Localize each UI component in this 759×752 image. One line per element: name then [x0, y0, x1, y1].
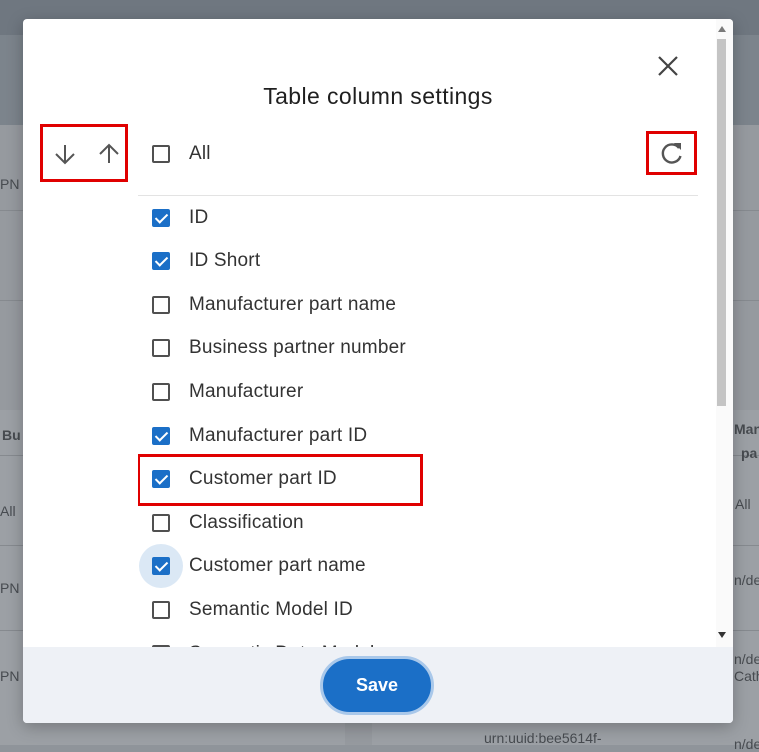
close-icon [658, 56, 678, 76]
scrollbar-thumb[interactable] [717, 39, 726, 406]
list-item[interactable]: Manufacturer part ID [138, 414, 698, 457]
background-column-header: Man [734, 421, 759, 437]
column-label: Manufacturer part ID [189, 424, 368, 446]
list-item[interactable]: Manufacturer part name [138, 283, 698, 326]
arrow-down-icon [55, 145, 75, 165]
all-checkbox[interactable] [152, 144, 170, 163]
dialog-title: Table column settings [263, 83, 493, 109]
dialog-footer: Save [23, 647, 733, 723]
column-checkbox[interactable] [152, 252, 170, 271]
list-item[interactable]: Semantic Data Model [138, 632, 698, 647]
column-label: Business partner number [189, 337, 406, 359]
column-checkbox[interactable] [152, 470, 170, 489]
list-item[interactable]: ID [138, 196, 698, 239]
column-label: Customer part name [189, 555, 366, 577]
list-item[interactable]: Customer part ID [138, 453, 698, 506]
column-list: All ID ID Short Manufacturer part name Busi… [138, 132, 698, 647]
column-checkbox[interactable] [152, 600, 170, 619]
close-button[interactable] [651, 49, 685, 83]
highlight-box [138, 453, 423, 506]
list-item[interactable]: ID Short [138, 240, 698, 283]
column-checkbox[interactable] [152, 339, 170, 358]
column-checkbox[interactable] [152, 208, 170, 227]
background-cell: Cath [734, 668, 759, 684]
sort-controls [40, 124, 128, 182]
background-cell: PN [0, 580, 20, 596]
column-label: Classification [189, 511, 304, 533]
list-item[interactable]: Manufacturer [138, 370, 698, 413]
all-label: All [189, 142, 211, 164]
list-item[interactable]: Customer part name [138, 544, 698, 589]
list-item[interactable]: Classification [138, 501, 698, 544]
background-cell: PN [0, 176, 20, 192]
list-item[interactable]: Semantic Model ID [138, 588, 698, 631]
column-checkbox[interactable] [152, 426, 170, 445]
list-item[interactable]: Business partner number [138, 327, 698, 370]
list-item-all[interactable]: All [138, 132, 698, 175]
background-cell: All [735, 496, 751, 512]
background-cell: PN [0, 668, 20, 684]
background-column-header: pa [741, 445, 758, 461]
column-label: Manufacturer [189, 380, 304, 402]
column-checkbox[interactable] [152, 295, 170, 314]
background-cell: n/de [734, 651, 759, 667]
table-column-settings-dialog: Table column settings All ID ID Short Ma… [23, 19, 733, 723]
background-cell: All [0, 503, 16, 519]
arrow-up-icon [99, 143, 119, 163]
column-label: ID Short [189, 250, 261, 272]
background-cell: n/de [734, 736, 759, 752]
move-up-button[interactable] [96, 141, 122, 167]
move-down-button[interactable] [52, 141, 78, 167]
background-cell: n/de [734, 572, 759, 588]
save-button[interactable]: Save [320, 656, 434, 715]
scroll-down-icon[interactable] [717, 631, 726, 639]
column-label: ID [189, 206, 209, 228]
column-checkbox[interactable] [152, 382, 170, 401]
background-cell: urn:uuid:bee5614f- [484, 730, 602, 746]
background-column-header: Bu [2, 427, 21, 443]
column-label: Semantic Model ID [189, 598, 353, 620]
column-label: Manufacturer part name [189, 293, 397, 315]
column-checkbox[interactable] [152, 513, 170, 532]
column-checkbox[interactable] [152, 557, 170, 576]
scroll-up-icon[interactable] [717, 25, 726, 33]
